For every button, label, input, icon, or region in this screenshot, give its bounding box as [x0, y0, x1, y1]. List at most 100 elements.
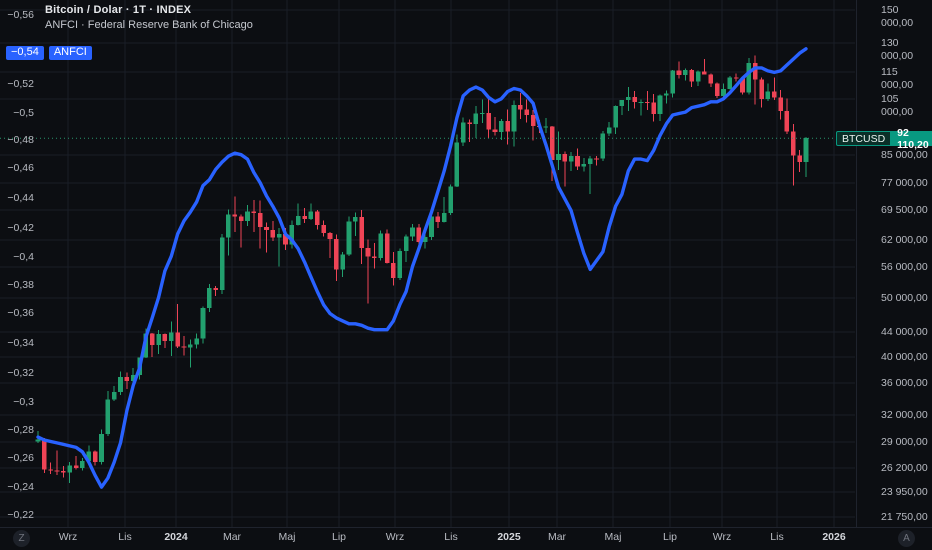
- candle-body: [92, 451, 98, 463]
- right-axis-tick: 150 000,00: [881, 4, 914, 29]
- time-axis-label: 2026: [822, 531, 846, 543]
- candle-body: [111, 392, 117, 400]
- left-axis-tick: −0,42: [7, 222, 34, 234]
- candle-body: [581, 164, 587, 167]
- candle-body: [264, 227, 269, 231]
- candle-body: [632, 96, 637, 103]
- auto-scale-button[interactable]: A: [898, 530, 915, 547]
- candle-body: [118, 376, 123, 393]
- candle-body: [594, 158, 599, 160]
- candle-body: [359, 216, 364, 248]
- candle-body: [613, 106, 618, 128]
- candle-body: [467, 122, 472, 124]
- candle-body: [67, 465, 73, 473]
- candle-body: [454, 142, 460, 187]
- candle-body: [226, 214, 231, 238]
- candle-body: [790, 131, 796, 156]
- candle-body: [492, 129, 498, 133]
- left-axis-tick: −0,34: [7, 337, 34, 349]
- time-axis-label: Lis: [444, 531, 458, 543]
- right-axis-tick: 32 000,00: [881, 409, 928, 421]
- candle-body: [606, 127, 612, 134]
- chart-legend[interactable]: Bitcoin / Dolar · 1T · INDEX ANFCI · Fed…: [45, 4, 253, 32]
- candle-body: [721, 88, 726, 96]
- right-axis-tick: 85 000,00: [881, 149, 928, 161]
- left-axis-tick: −0,4: [13, 251, 34, 263]
- candle-body: [207, 287, 212, 308]
- candle-body: [35, 439, 41, 442]
- candle-body: [105, 399, 111, 434]
- anfci-value-label: −0,54: [6, 46, 44, 60]
- left-axis-tick: −0,38: [7, 279, 34, 291]
- candle-body: [188, 344, 193, 348]
- candle-body: [505, 121, 510, 132]
- candle-body: [638, 102, 644, 104]
- candle-body: [689, 69, 695, 82]
- anfci-value-badge: −0,54 ANFCI: [6, 46, 92, 60]
- candle-body: [302, 215, 307, 219]
- candle-body: [321, 225, 326, 233]
- candle-body: [530, 114, 536, 126]
- candle-body: [543, 126, 549, 128]
- candle-body: [568, 155, 574, 162]
- candle-body: [238, 216, 244, 222]
- candle-body: [587, 158, 593, 165]
- right-axis-tick: 105 000,00: [881, 93, 914, 118]
- last-price-value: 92 110,20: [891, 127, 932, 151]
- candle-body: [232, 214, 238, 217]
- time-axis-label: Wrz: [712, 531, 732, 543]
- candle-body: [257, 212, 263, 228]
- timezone-button[interactable]: Z: [13, 530, 30, 547]
- left-axis-tick: −0,26: [7, 452, 34, 464]
- last-price-badge: BTCUSD 92 110,20: [836, 127, 932, 151]
- candle-body: [524, 109, 530, 115]
- left-axis-tick: −0,48: [7, 134, 34, 146]
- left-axis-tick: −0,3: [13, 396, 34, 408]
- candle-body: [727, 77, 733, 89]
- candle-body: [486, 112, 491, 130]
- candle-body: [460, 122, 466, 143]
- candles-layer: [35, 55, 809, 484]
- price-chart-canvas[interactable]: [0, 0, 932, 550]
- right-axis-tick: 77 000,00: [881, 177, 928, 189]
- time-axis-label: Lis: [118, 531, 132, 543]
- time-axis-label: 2025: [497, 531, 521, 543]
- candle-body: [733, 77, 739, 79]
- candle-body: [556, 153, 561, 161]
- right-axis-tick: 130 000,00: [881, 37, 914, 62]
- candle-body: [80, 461, 85, 469]
- candle-body: [625, 96, 631, 101]
- candle-body: [499, 121, 504, 133]
- right-axis-tick: 56 000,00: [881, 261, 928, 273]
- candle-body: [619, 100, 625, 107]
- candle-body: [511, 105, 517, 132]
- candle-body: [276, 233, 282, 238]
- candle-body: [54, 470, 60, 472]
- candle-body: [645, 102, 650, 104]
- left-axis-tick: −0,32: [7, 367, 34, 379]
- candle-body: [771, 91, 777, 98]
- grid: [0, 0, 855, 527]
- ticker-symbol-label: BTCUSD: [836, 131, 892, 146]
- time-axis-label: Lis: [770, 531, 784, 543]
- candle-body: [251, 211, 257, 213]
- candle-body: [651, 102, 656, 115]
- left-axis-tick: −0,24: [7, 481, 34, 493]
- candle-body: [61, 471, 66, 473]
- right-axis-tick: 62 000,00: [881, 234, 928, 246]
- right-axis-tick: 36 000,00: [881, 377, 928, 389]
- candle-body: [479, 112, 485, 114]
- candle-body: [327, 232, 333, 240]
- candle-body: [378, 233, 384, 258]
- time-axis-label: Wrz: [58, 531, 78, 543]
- candle-body: [340, 254, 345, 270]
- time-axis-label: Lip: [331, 531, 347, 543]
- candle-body: [702, 71, 707, 75]
- candle-body: [803, 138, 809, 162]
- left-axis-tick: −0,56: [7, 9, 34, 21]
- left-axis-tick: −0,22: [7, 509, 34, 521]
- candle-body: [746, 63, 752, 93]
- candle-body: [448, 186, 453, 213]
- right-axis-tick: 50 000,00: [881, 292, 928, 304]
- time-axis-label: Lip: [662, 531, 678, 543]
